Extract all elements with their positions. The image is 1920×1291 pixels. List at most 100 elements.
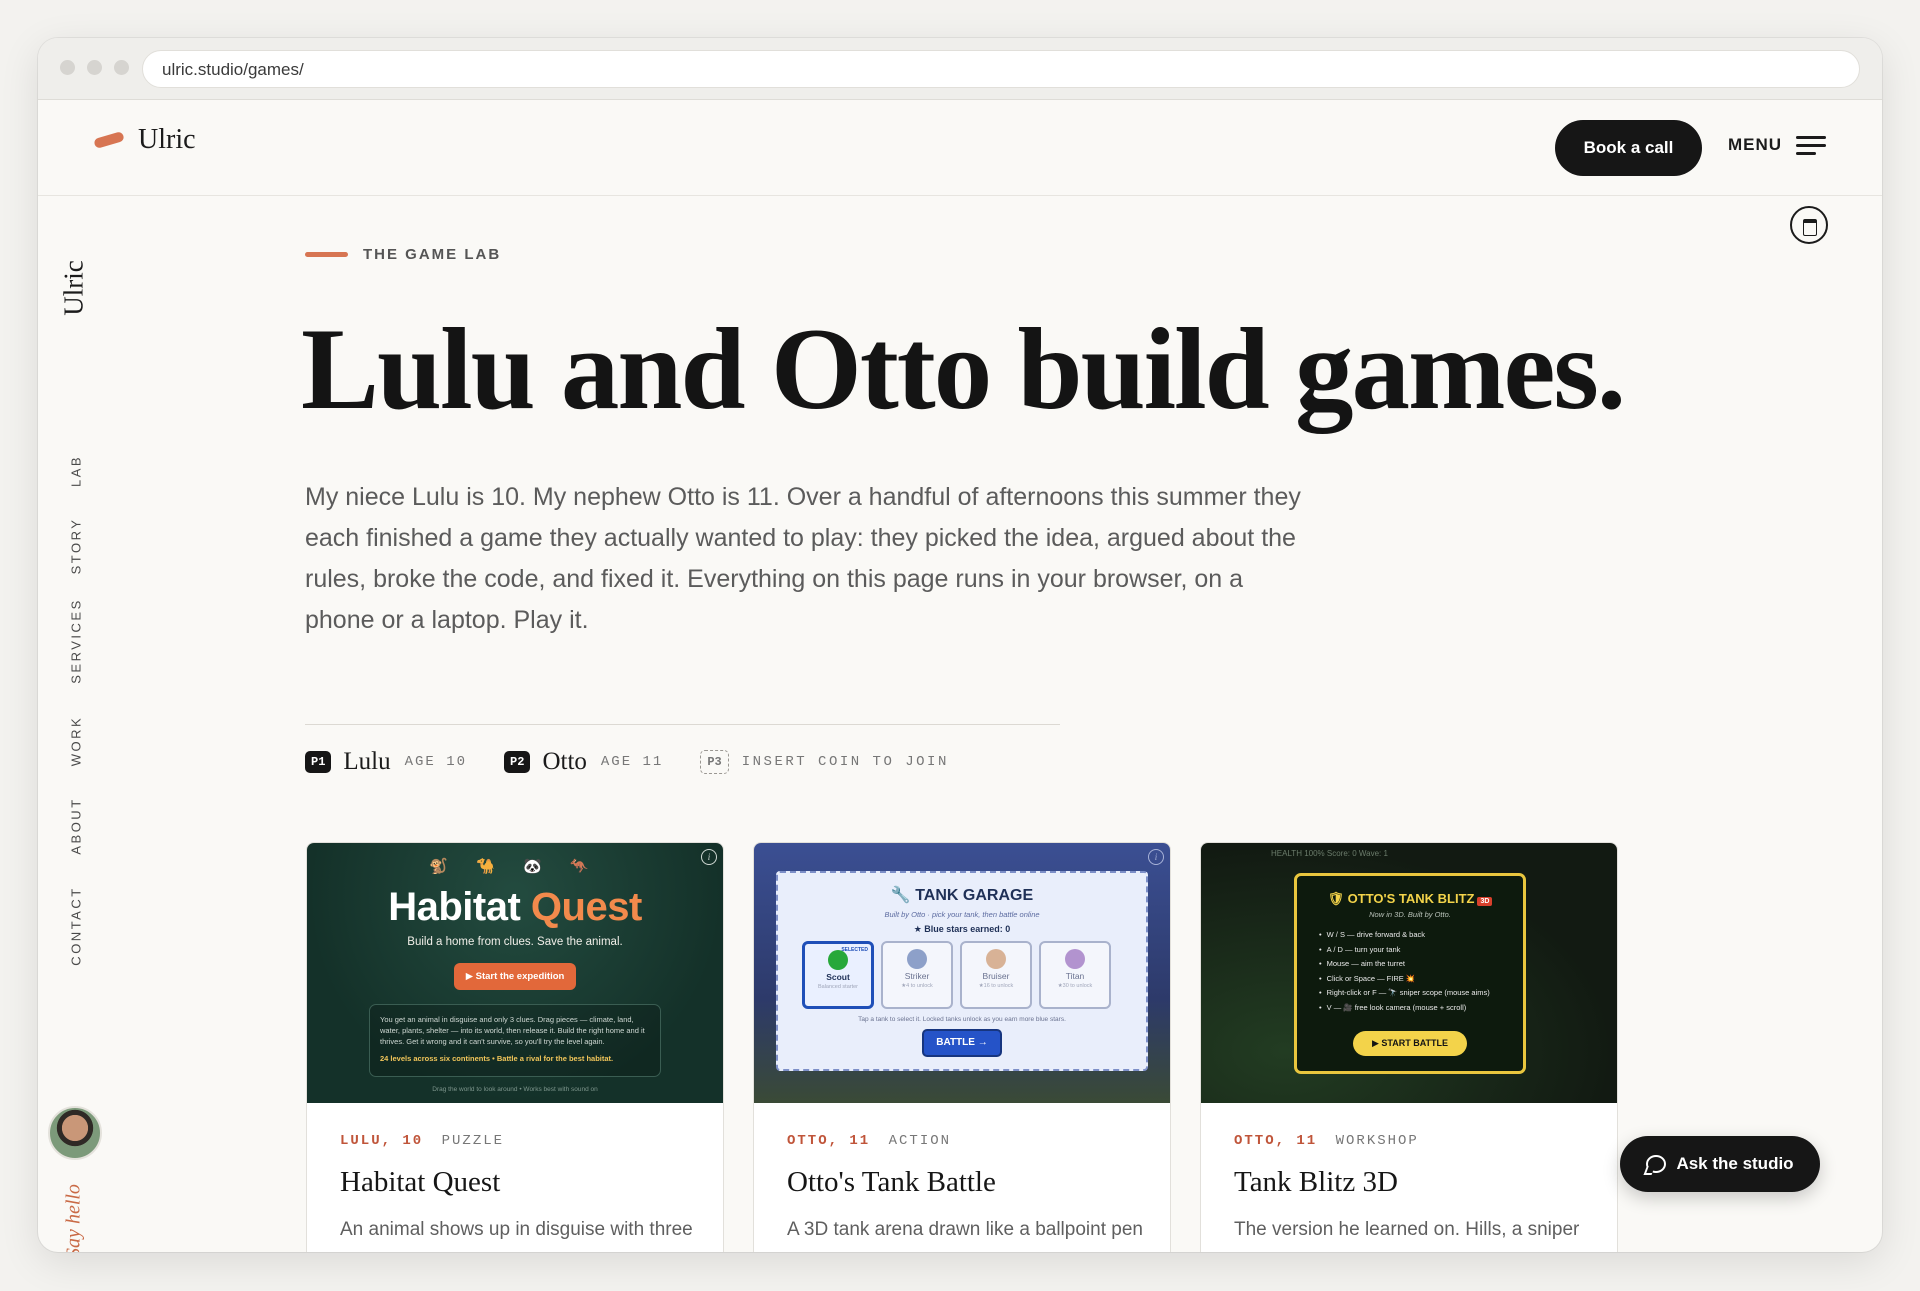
3d-badge: 3D bbox=[1477, 897, 1493, 906]
controls-list: W / S — drive forward & back A / D — tur… bbox=[1319, 928, 1490, 1015]
thumb-title: 🛡 OTTO'S TANK BLITZ 3D bbox=[1297, 891, 1523, 907]
game-card-habitat-quest[interactable]: i 🐒 🐪 🐼 🦘 Habitat Quest Build a home fro… bbox=[306, 842, 724, 1252]
tank-option-bruiser: Bruiser ★16 to unlock bbox=[960, 941, 1032, 1009]
intro-paragraph: My niece Lulu is 10. My nephew Otto is 1… bbox=[305, 483, 1301, 634]
maximize-dot[interactable] bbox=[114, 60, 129, 75]
divider bbox=[305, 724, 1060, 725]
window-toggle-icon[interactable] bbox=[1790, 206, 1828, 244]
player-3-slot[interactable]: P3 INSERT COIN TO JOIN bbox=[700, 750, 949, 774]
say-hello-link[interactable]: Say hello bbox=[63, 1184, 86, 1252]
address-bar[interactable]: ulric.studio/games/ bbox=[142, 50, 1860, 88]
card-title[interactable]: Otto's Tank Battle bbox=[787, 1166, 996, 1199]
card-meta: LULU, 10 PUZZLE bbox=[340, 1133, 504, 1149]
control-item: A / D — turn your tank bbox=[1319, 943, 1490, 958]
hamburger-icon bbox=[1796, 134, 1827, 156]
card-description: The version he learned on. Hills, a snip… bbox=[1234, 1219, 1583, 1252]
tank-blitz-panel: 🛡 OTTO'S TANK BLITZ 3D Now in 3D. Built b… bbox=[1294, 873, 1526, 1074]
control-item: Right-click or F — 🔭 sniper scope (mouse… bbox=[1319, 986, 1490, 1001]
game-card-tank-blitz[interactable]: HEALTH 100% Score: 0 Wave: 1 🛡 OTTO'S TA… bbox=[1200, 842, 1618, 1252]
tank-orb-icon bbox=[828, 950, 848, 970]
player-name: Lulu bbox=[343, 748, 391, 775]
thumb-title-b: Quest bbox=[530, 885, 642, 929]
tank-option-titan: Titan ★30 to unlock bbox=[1039, 941, 1111, 1009]
tank-selector: SELECTED Scout Balanced starter Striker … bbox=[802, 941, 1111, 1009]
game-thumbnail[interactable]: HEALTH 100% Score: 0 Wave: 1 🛡 OTTO'S TA… bbox=[1201, 843, 1617, 1103]
thumb-title-a: Habitat bbox=[388, 885, 521, 929]
side-link-about[interactable]: ABOUT bbox=[69, 797, 84, 854]
battle-button: BATTLE → bbox=[922, 1029, 1002, 1057]
thumb-subtitle: Built by Otto · pick your tank, then bat… bbox=[884, 910, 1040, 919]
game-cards: i 🐒 🐪 🐼 🦘 Habitat Quest Build a home fro… bbox=[306, 842, 1618, 1252]
player-roster: P1 Lulu AGE 10 P2 Otto AGE 11 P3 INSERT … bbox=[305, 748, 986, 776]
side-link-lab[interactable]: LAB bbox=[69, 455, 84, 487]
game-thumbnail[interactable]: i 🔧 TANK GARAGE Built by Otto · pick you… bbox=[754, 843, 1170, 1103]
window-controls bbox=[60, 60, 129, 75]
game-thumbnail[interactable]: i 🐒 🐪 🐼 🦘 Habitat Quest Build a home fro… bbox=[307, 843, 723, 1103]
player-badge: P2 bbox=[504, 751, 531, 773]
thumb-title-text: 🛡 OTTO'S TANK BLITZ bbox=[1327, 891, 1475, 906]
card-genre: WORKSHOP bbox=[1335, 1133, 1419, 1149]
player-age: AGE 10 bbox=[404, 754, 468, 770]
top-navigation: Ulric Book a call MENU bbox=[38, 100, 1882, 196]
browser-window: ulric.studio/games/ Ulric Book a call ME… bbox=[38, 38, 1882, 1252]
menu-button[interactable]: MENU bbox=[1728, 134, 1827, 156]
side-link-story[interactable]: STORY bbox=[69, 518, 84, 575]
tank-name: Bruiser bbox=[982, 971, 1010, 981]
menu-label: MENU bbox=[1728, 135, 1783, 154]
side-link-services[interactable]: SERVICES bbox=[69, 598, 84, 684]
thumb-subtitle: Now in 3D. Built by Otto. bbox=[1369, 910, 1451, 919]
thumb-title: Habitat Quest bbox=[307, 885, 723, 930]
card-author: OTTO, 11 bbox=[1234, 1133, 1318, 1149]
tank-name: Scout bbox=[826, 972, 850, 982]
card-title[interactable]: Tank Blitz 3D bbox=[1234, 1166, 1398, 1199]
card-author: LULU, 10 bbox=[340, 1133, 424, 1149]
side-link-contact[interactable]: CONTACT bbox=[69, 886, 84, 965]
thumb-footer: Drag the world to look around • Works be… bbox=[432, 1086, 598, 1093]
site-logo[interactable]: Ulric bbox=[93, 124, 196, 156]
thumb-rules-stats: 24 levels across six continents • Battle… bbox=[380, 1054, 614, 1063]
card-author: OTTO, 11 bbox=[787, 1133, 871, 1149]
tank-desc: ★16 to unlock bbox=[978, 983, 1014, 989]
logo-mark-icon bbox=[93, 131, 125, 149]
tank-name: Titan bbox=[1065, 971, 1085, 981]
tank-desc: Balanced starter bbox=[817, 984, 859, 990]
side-link-work[interactable]: WORK bbox=[69, 716, 84, 766]
tank-name: Striker bbox=[904, 971, 930, 981]
tank-orb-icon bbox=[1065, 949, 1085, 969]
close-dot[interactable] bbox=[60, 60, 75, 75]
ask-the-studio-button[interactable]: Ask the studio bbox=[1620, 1136, 1820, 1192]
thumb-hud: HEALTH 100% Score: 0 Wave: 1 bbox=[1271, 849, 1388, 858]
control-item: W / S — drive forward & back bbox=[1319, 928, 1490, 943]
minimize-dot[interactable] bbox=[87, 60, 102, 75]
tank-desc: ★30 to unlock bbox=[1057, 983, 1093, 989]
thumb-rules-text: You get an animal in disguise and only 3… bbox=[380, 1015, 645, 1046]
card-genre: PUZZLE bbox=[441, 1133, 505, 1149]
card-description: A 3D tank arena drawn like a ballpoint p… bbox=[787, 1219, 1143, 1252]
insert-coin-text: INSERT COIN TO JOIN bbox=[741, 754, 949, 770]
game-card-tank-battle[interactable]: i 🔧 TANK GARAGE Built by Otto · pick you… bbox=[753, 842, 1171, 1252]
player-otto: P2 Otto AGE 11 bbox=[504, 748, 663, 776]
thumb-subtitle: Build a home from clues. Save the animal… bbox=[407, 936, 623, 948]
ask-label: Ask the studio bbox=[1676, 1154, 1794, 1173]
tank-orb-icon bbox=[907, 949, 927, 969]
info-icon[interactable]: i bbox=[1148, 849, 1164, 865]
player-lulu: P1 Lulu AGE 10 bbox=[305, 748, 467, 776]
eyebrow-accent bbox=[305, 252, 348, 257]
chat-bubble-icon bbox=[1646, 1155, 1667, 1173]
avatar[interactable] bbox=[48, 1106, 102, 1160]
start-battle-button: ▶ START BATTLE bbox=[1353, 1031, 1467, 1056]
control-item: Mouse — aim the turret bbox=[1319, 957, 1490, 972]
side-rail: Ulric LAB STORY SERVICES WORK ABOUT CONT… bbox=[38, 196, 114, 1252]
stars-earned: ★ Blue stars earned: 0 bbox=[913, 924, 1011, 934]
animal-icons: 🐒 🐪 🐼 🦘 bbox=[429, 858, 601, 875]
control-item: Click or Space — FIRE 💥 bbox=[1319, 972, 1490, 987]
card-meta: OTTO, 11 WORKSHOP bbox=[1234, 1133, 1419, 1149]
eyebrow-label: THE GAME LAB bbox=[363, 246, 502, 263]
book-call-button[interactable]: Book a call bbox=[1555, 120, 1702, 176]
card-title[interactable]: Habitat Quest bbox=[340, 1166, 500, 1199]
tank-desc: ★4 to unlock bbox=[901, 983, 933, 989]
player-name: Otto bbox=[542, 748, 587, 775]
thumb-hint: Tap a tank to select it. Locked tanks un… bbox=[858, 1016, 1066, 1023]
side-logo[interactable]: Ulric bbox=[59, 260, 90, 315]
section-eyebrow: THE GAME LAB bbox=[305, 246, 501, 263]
